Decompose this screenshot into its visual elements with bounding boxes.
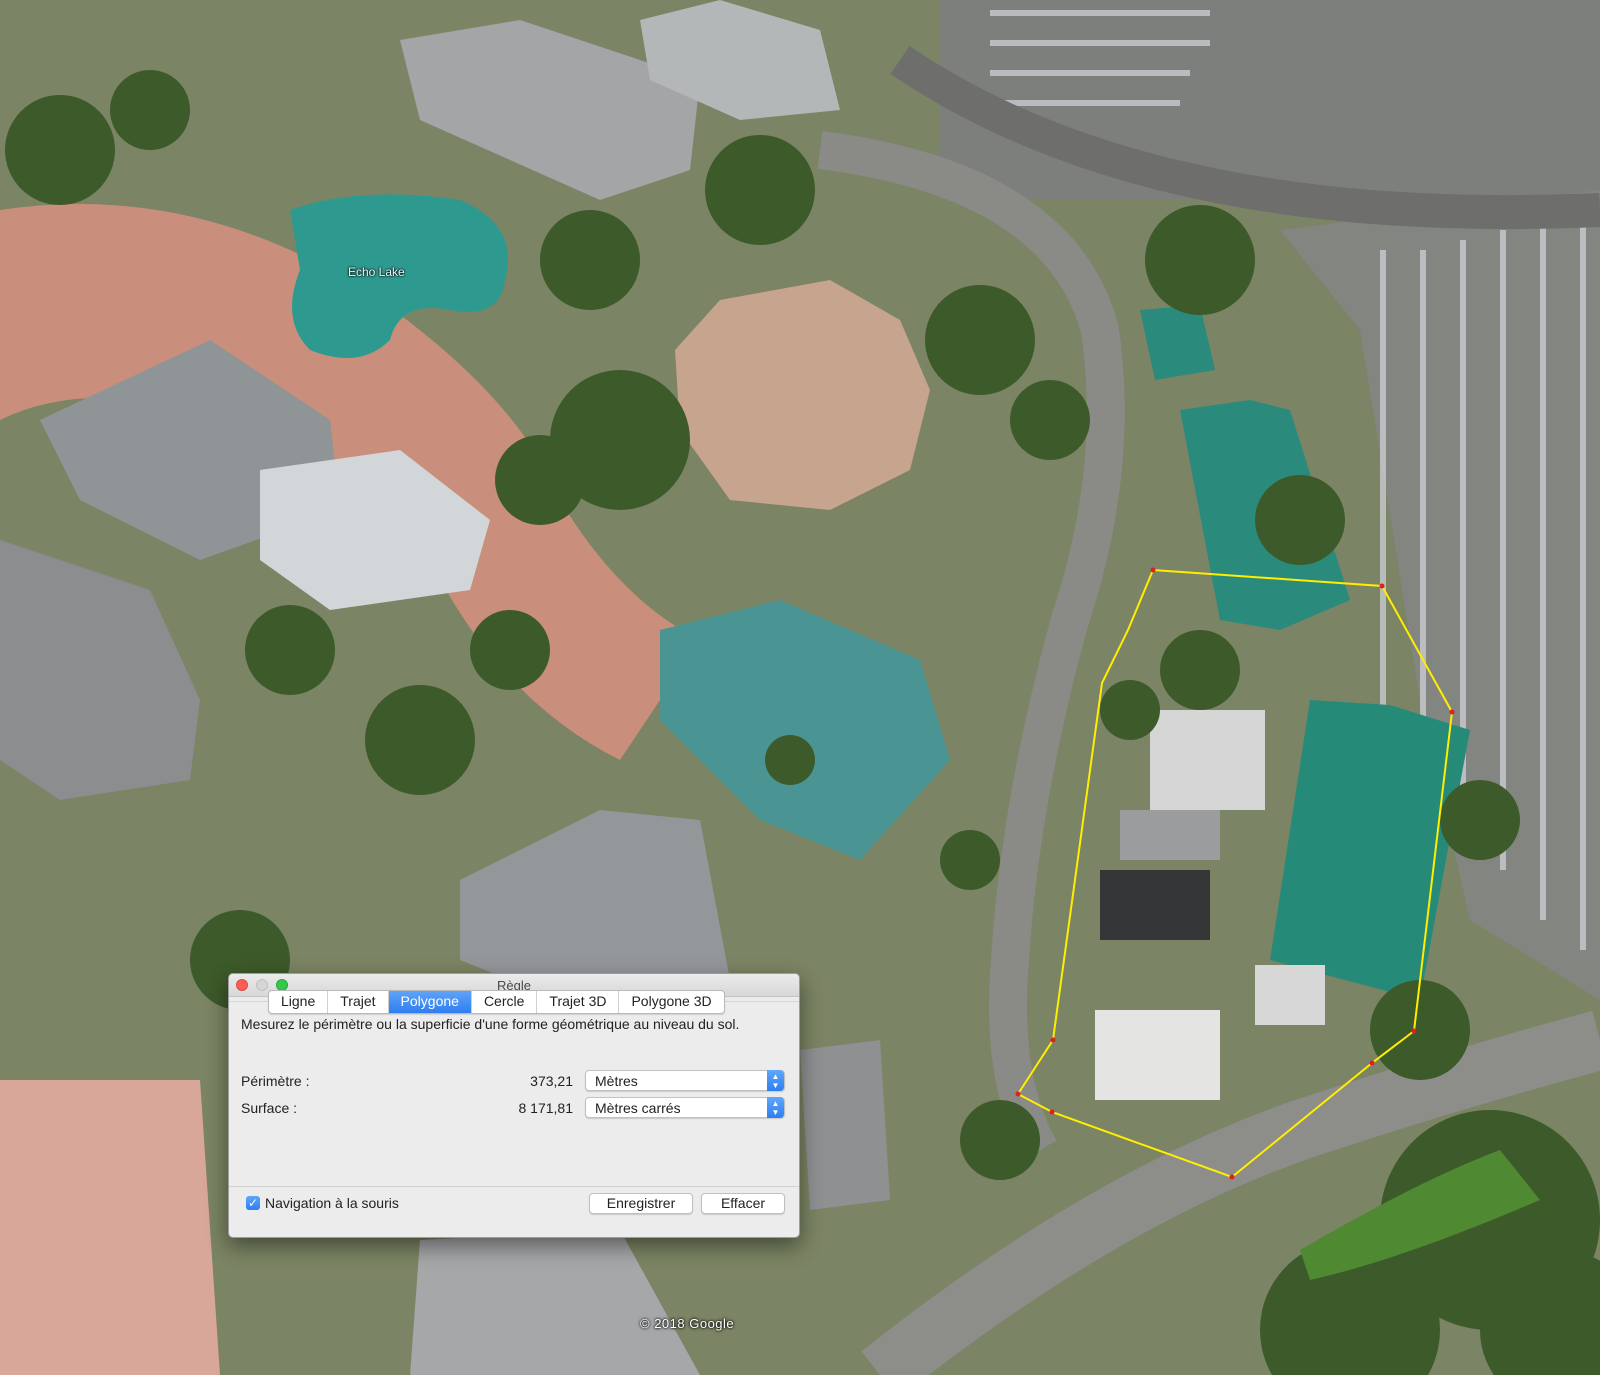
area-label: Surface : bbox=[241, 1100, 298, 1116]
updown-chevron-icon: ▲ ▼ bbox=[767, 1070, 784, 1091]
map-copyright: © 2018 Google bbox=[640, 1316, 735, 1331]
tab-trajet-3d[interactable]: Trajet 3D bbox=[537, 991, 620, 1013]
clear-button[interactable]: Effacer bbox=[701, 1193, 785, 1214]
ruler-dialog: Règle Mesurez le périmètre ou la superfi… bbox=[228, 973, 800, 1238]
perimeter-label: Périmètre : bbox=[241, 1073, 310, 1089]
tab-polygone-3d[interactable]: Polygone 3D bbox=[619, 991, 723, 1013]
dark-building bbox=[1100, 870, 1210, 940]
save-button[interactable]: Enregistrer bbox=[589, 1193, 693, 1214]
tab-cercle[interactable]: Cercle bbox=[472, 991, 538, 1013]
white-building-2 bbox=[1095, 1010, 1220, 1100]
tab-trajet[interactable]: Trajet bbox=[328, 991, 389, 1013]
mouse-navigation-label: Navigation à la souris bbox=[265, 1195, 399, 1211]
white-building-1 bbox=[1150, 710, 1265, 810]
measure-panel: Mesurez le périmètre ou la superficie d'… bbox=[229, 1001, 799, 1187]
area-value: 8 171,81 bbox=[518, 1100, 574, 1116]
gray-building bbox=[1120, 810, 1220, 860]
building-south-3 bbox=[800, 1040, 890, 1210]
building-south-pink bbox=[0, 1080, 220, 1375]
footer-divider bbox=[229, 1186, 799, 1187]
perimeter-unit: Mètres bbox=[595, 1073, 638, 1089]
updown-chevron-icon: ▲ ▼ bbox=[767, 1097, 784, 1118]
perimeter-value: 373,21 bbox=[530, 1073, 573, 1089]
perimeter-unit-select[interactable]: Mètres ▲ ▼ bbox=[585, 1070, 785, 1091]
mode-tabs: Ligne Trajet Polygone Cercle Trajet 3D Polygo… bbox=[268, 990, 725, 1014]
area-unit-select[interactable]: Mètres carrés ▲ ▼ bbox=[585, 1097, 785, 1118]
mouse-navigation-checkbox[interactable]: ✓ bbox=[246, 1196, 260, 1210]
tab-ligne[interactable]: Ligne bbox=[269, 991, 329, 1013]
tab-polygone[interactable]: Polygone bbox=[388, 991, 472, 1013]
place-label-echo-lake: Echo Lake bbox=[348, 265, 405, 279]
measure-description: Mesurez le périmètre ou la superficie d'… bbox=[241, 1016, 740, 1032]
area-unit: Mètres carrés bbox=[595, 1100, 681, 1116]
white-building-3 bbox=[1255, 965, 1325, 1025]
